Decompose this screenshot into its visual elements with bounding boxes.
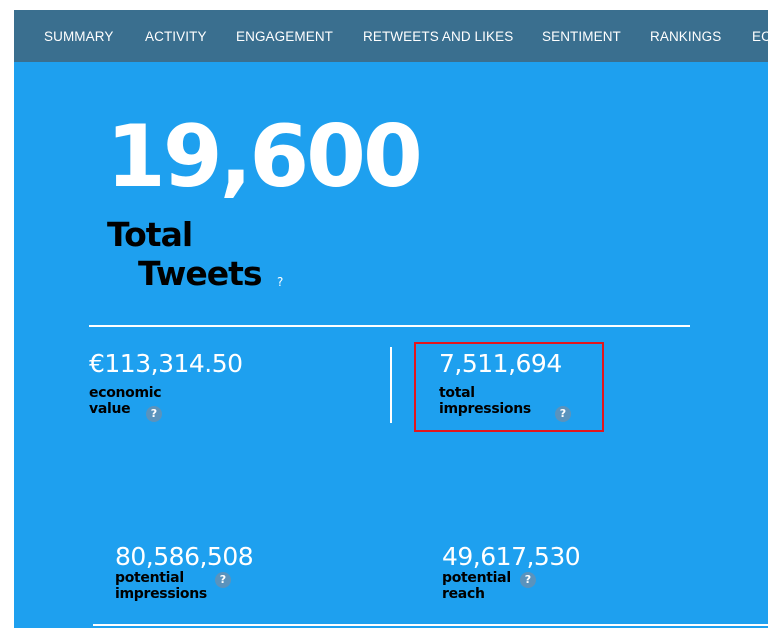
total-impressions-value: 7,511,694	[439, 349, 562, 378]
nav-tab-rankings[interactable]: RANKINGS	[650, 29, 721, 44]
potential-impressions-value: 80,586,508	[115, 542, 254, 571]
divider-top	[89, 325, 690, 327]
nav-tab-sentiment[interactable]: SENTIMENT	[542, 29, 621, 44]
potential-impressions-label-line2: impressions	[115, 586, 207, 602]
nav-tab-activity[interactable]: ACTIVITY	[145, 29, 207, 44]
total-impressions-label-line1: total	[439, 385, 475, 401]
economic-value-label-line1: economic	[89, 385, 162, 401]
total-impressions-label-line2: impressions	[439, 401, 531, 417]
nav-tab-engagement[interactable]: ENGAGEMENT	[236, 29, 333, 44]
potential-reach-label-line2: reach	[442, 586, 485, 602]
nav-tab-summary[interactable]: SUMMARY	[44, 29, 113, 44]
top-navigation-bar: SUMMARY ACTIVITY ENGAGEMENT RETWEETS AND…	[14, 10, 768, 62]
dashboard-frame: SUMMARY ACTIVITY ENGAGEMENT RETWEETS AND…	[14, 10, 768, 628]
total-tweets-help-icon[interactable]: ?	[277, 275, 283, 289]
total-tweets-label-line2: Tweets	[138, 254, 263, 293]
total-impressions-help-icon[interactable]: ?	[555, 406, 571, 422]
total-tweets-label-line1: Total	[107, 215, 193, 254]
economic-value-amount: €113,314.50	[89, 349, 243, 378]
potential-impressions-help-icon[interactable]: ?	[215, 572, 231, 588]
total-tweets-value: 19,600	[106, 107, 423, 207]
economic-value-label-line2: value	[89, 401, 131, 417]
divider-bottom	[93, 624, 768, 626]
economic-value-help-icon[interactable]: ?	[146, 406, 162, 422]
potential-reach-label-line1: potential	[442, 570, 511, 586]
potential-reach-help-icon[interactable]: ?	[520, 572, 536, 588]
divider-vertical	[390, 347, 392, 423]
potential-impressions-label-line1: potential	[115, 570, 184, 586]
potential-reach-value: 49,617,530	[442, 542, 581, 571]
nav-tab-ec[interactable]: EC	[752, 29, 768, 44]
nav-tab-retweets-and-likes[interactable]: RETWEETS AND LIKES	[363, 29, 513, 44]
